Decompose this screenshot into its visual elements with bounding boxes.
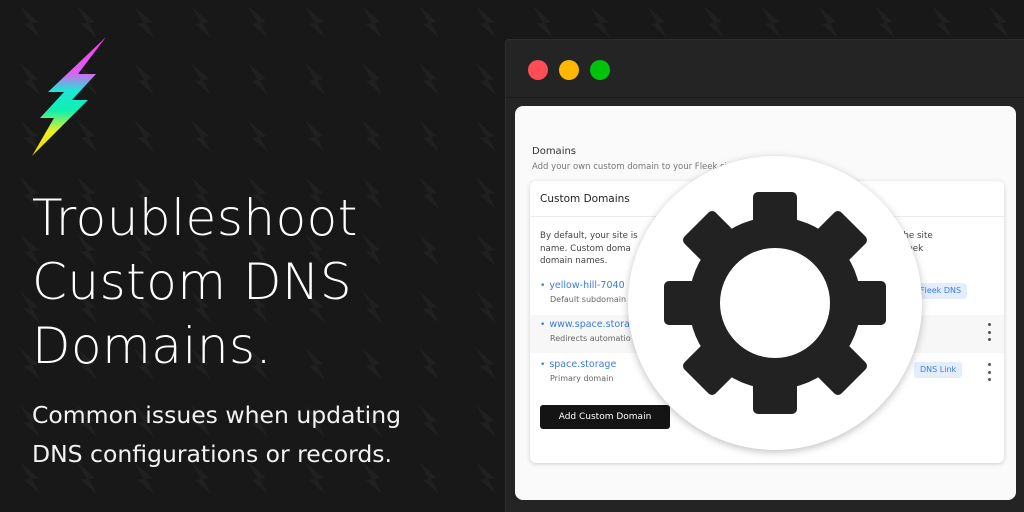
domain-subtitle: Primary domain xyxy=(550,374,614,383)
subheadline-line: Common issues when updating xyxy=(32,401,402,429)
maximize-window-button[interactable] xyxy=(590,60,610,80)
window-titlebar xyxy=(506,40,1024,98)
domain-link[interactable]: www.space.stora xyxy=(540,319,630,330)
close-window-button[interactable] xyxy=(528,60,548,80)
subheadline-line: DNS configurations or records. xyxy=(32,440,392,468)
minimize-window-button[interactable] xyxy=(559,60,579,80)
headline-line: Custom DNS xyxy=(32,253,353,311)
headline-line: Troubleshoot xyxy=(32,189,358,247)
section-title: Domains xyxy=(532,146,577,157)
gear-overlay xyxy=(628,156,922,450)
more-options-icon[interactable] xyxy=(986,323,992,341)
domain-link[interactable]: yellow-hill-7040 xyxy=(540,280,624,291)
more-options-icon[interactable] xyxy=(986,363,992,381)
subheadline: Common issues when updating DNS configur… xyxy=(32,396,502,474)
domain-subtitle: Default subdomain xyxy=(550,295,627,304)
domain-subtitle: Redirects automatio xyxy=(550,334,631,343)
headline-line: Domains. xyxy=(32,317,272,375)
gear-icon xyxy=(664,192,886,414)
lightning-bolt-logo xyxy=(32,37,106,156)
domain-link[interactable]: space.storage xyxy=(540,359,616,370)
headline: Troubleshoot Custom DNS Domains. xyxy=(32,186,502,378)
